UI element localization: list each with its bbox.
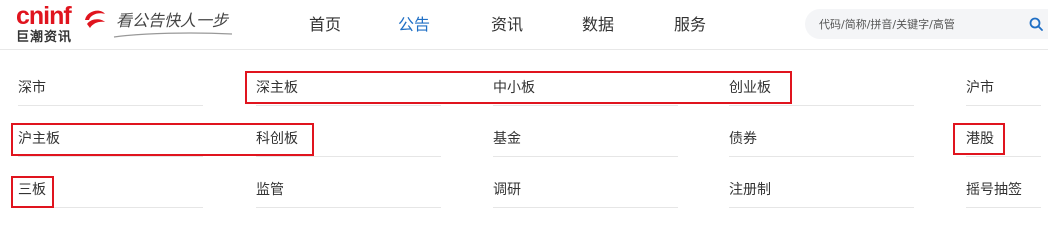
category-item[interactable]: 港股 (966, 125, 1041, 157)
category-label: 调研 (493, 182, 521, 198)
slogan-brush-stroke (113, 32, 233, 38)
category-label: 沪主板 (18, 131, 60, 147)
category-label: 创业板 (729, 80, 771, 96)
logo-wordmark: cninf (16, 2, 72, 30)
category-item[interactable]: 基金 (493, 125, 678, 157)
category-label: 监管 (256, 182, 284, 198)
category-label: 三板 (18, 182, 46, 198)
category-item[interactable]: 科创板 (256, 125, 441, 157)
category-item[interactable]: 摇号抽签 (966, 176, 1041, 208)
category-item[interactable]: 创业板 (729, 74, 914, 106)
nav-item-services[interactable]: 服务 (674, 14, 706, 36)
category-label: 科创板 (256, 131, 298, 147)
category-item[interactable]: 调研 (493, 176, 678, 208)
search-input[interactable] (819, 14, 1014, 34)
category-item[interactable]: 监管 (256, 176, 441, 208)
category-label: 基金 (493, 131, 521, 147)
site-header: cninf 巨潮资讯 看公告快人一步 首页 公告 资讯 数据 服务 (0, 0, 1048, 50)
search-icon[interactable] (1029, 17, 1043, 31)
category-item[interactable]: 债券 (729, 125, 914, 157)
category-label: 港股 (966, 131, 994, 147)
search-box (805, 9, 1048, 39)
nav-item-home[interactable]: 首页 (309, 14, 341, 36)
logo-subtitle: 巨潮资讯 (16, 30, 73, 45)
category-label: 债券 (729, 131, 757, 147)
category-item[interactable]: 深市 (18, 74, 203, 106)
logo-swirl-icon (85, 10, 105, 28)
nav-item-announcements[interactable]: 公告 (398, 14, 430, 36)
slogan: 看公告快人一步 (116, 11, 229, 30)
category-label: 摇号抽签 (966, 182, 1022, 198)
category-label: 沪市 (966, 80, 994, 96)
category-item[interactable]: 注册制 (729, 176, 914, 208)
nav-item-news[interactable]: 资讯 (491, 14, 523, 36)
category-item[interactable]: 三板 (18, 176, 203, 208)
category-item[interactable]: 中小板 (493, 74, 678, 106)
nav-item-data[interactable]: 数据 (582, 14, 614, 36)
category-label: 中小板 (493, 80, 535, 96)
category-label: 注册制 (729, 182, 771, 198)
category-item[interactable]: 沪主板 (18, 125, 203, 157)
category-label: 深主板 (256, 80, 298, 96)
cninfo-logo[interactable]: cninf 巨潮资讯 (16, 2, 108, 47)
category-item[interactable]: 深主板 (256, 74, 441, 106)
category-item[interactable]: 沪市 (966, 74, 1041, 106)
category-label: 深市 (18, 80, 46, 96)
